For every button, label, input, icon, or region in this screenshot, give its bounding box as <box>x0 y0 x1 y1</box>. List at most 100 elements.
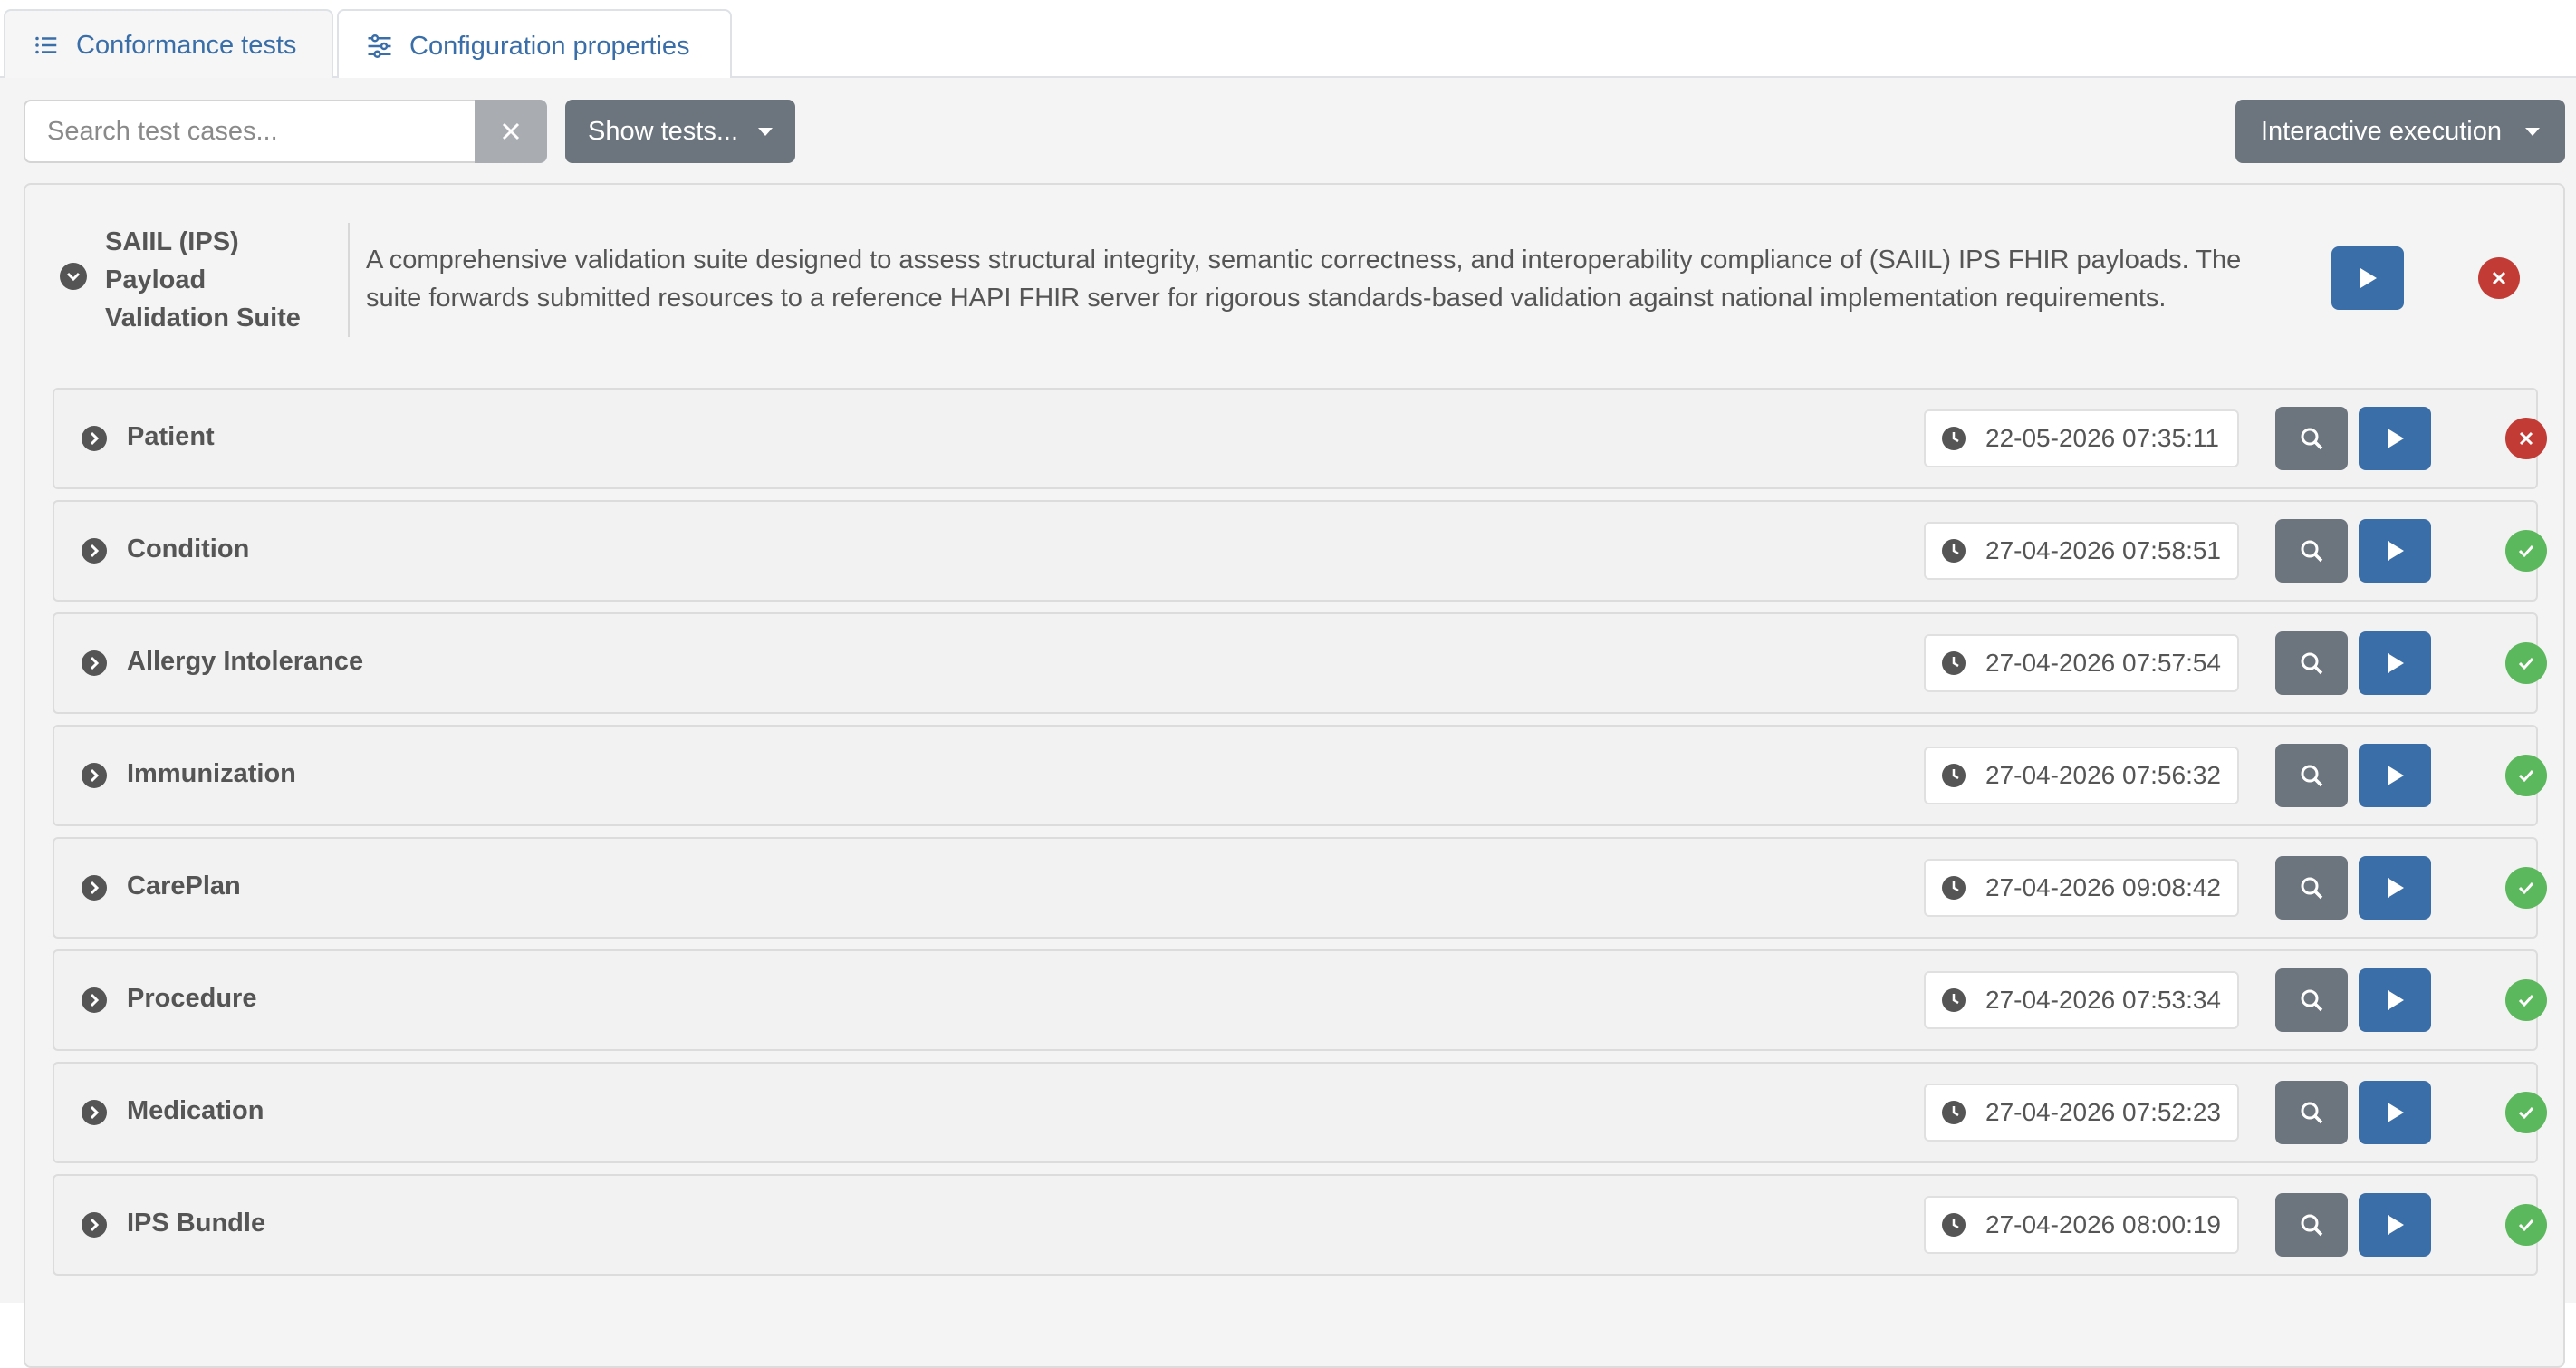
timestamp-text: 27-04-2026 07:56:32 <box>1985 761 2221 789</box>
expand-chevron-icon[interactable] <box>82 763 107 788</box>
sliders-icon <box>368 34 391 59</box>
suite-name: SAIIL (IPS) Payload Validation Suite <box>105 227 301 332</box>
last-run-timestamp: 27-04-2026 07:57:54 <box>1924 634 2239 692</box>
expand-chevron-icon[interactable] <box>82 1100 107 1125</box>
search-icon <box>2301 989 2323 1012</box>
run-test-button[interactable] <box>2359 968 2431 1032</box>
test-case-row[interactable]: CarePlan 27-04-2026 09:08:42 <box>53 837 2547 939</box>
test-case-name: Medication <box>127 1096 264 1125</box>
view-results-button[interactable] <box>2275 856 2348 920</box>
expand-chevron-icon[interactable] <box>82 650 107 676</box>
run-test-button[interactable] <box>2359 631 2431 695</box>
run-test-button[interactable] <box>2359 1081 2431 1144</box>
expand-chevron-icon[interactable] <box>82 1212 107 1238</box>
collapse-chevron-icon[interactable] <box>60 263 87 290</box>
tab-label: Conformance tests <box>76 30 297 60</box>
timestamp-text: 27-04-2026 07:52:23 <box>1985 1098 2221 1126</box>
caret-down-icon <box>2524 127 2540 136</box>
view-results-button[interactable] <box>2275 407 2348 470</box>
show-tests-label: Show tests... <box>587 116 738 146</box>
execution-label: Interactive execution <box>2261 116 2502 146</box>
tab-configuration-properties[interactable]: Configuration properties <box>337 9 732 82</box>
clock-icon <box>1942 651 1966 675</box>
play-icon <box>2388 1215 2404 1235</box>
view-results-button[interactable] <box>2275 968 2348 1032</box>
search-icon <box>2301 540 2323 563</box>
timestamp-text: 27-04-2026 07:57:54 <box>1985 649 2221 677</box>
test-case-name: Procedure <box>127 984 257 1013</box>
status-pass-icon <box>2505 755 2547 796</box>
test-case-row[interactable]: Procedure 27-04-2026 07:53:34 <box>53 949 2547 1051</box>
run-test-button[interactable] <box>2359 407 2431 470</box>
run-test-button[interactable] <box>2359 519 2431 583</box>
tab-bar: Conformance tests Configuration properti… <box>0 0 2576 82</box>
search-icon <box>2301 1102 2323 1124</box>
test-case-row[interactable]: IPS Bundle 27-04-2026 08:00:19 <box>53 1174 2547 1276</box>
search-input[interactable] <box>24 100 475 163</box>
search-icon <box>2301 1214 2323 1237</box>
status-fail-icon <box>2478 257 2520 299</box>
last-run-timestamp: 27-04-2026 09:08:42 <box>1924 859 2239 917</box>
status-pass-icon <box>2505 1092 2547 1133</box>
caret-down-icon <box>758 127 773 136</box>
test-case-name: Condition <box>127 535 250 564</box>
clock-icon <box>1942 1213 1966 1237</box>
view-results-button[interactable] <box>2275 744 2348 807</box>
tab-conformance-tests[interactable]: Conformance tests <box>4 9 333 80</box>
run-suite-button[interactable] <box>2331 246 2404 310</box>
play-icon <box>2388 541 2404 561</box>
last-run-timestamp: 27-04-2026 08:00:19 <box>1924 1196 2239 1254</box>
run-test-button[interactable] <box>2359 856 2431 920</box>
clock-icon <box>1942 876 1966 900</box>
divider <box>348 223 350 337</box>
search-icon <box>2301 765 2323 787</box>
timestamp-text: 22-05-2026 07:35:11 <box>1985 424 2219 452</box>
timestamp-text: 27-04-2026 09:08:42 <box>1985 873 2221 901</box>
clock-icon <box>1942 1101 1966 1124</box>
test-case-row[interactable]: Allergy Intolerance 27-04-2026 07:57:54 <box>53 612 2547 714</box>
view-results-button[interactable] <box>2275 1081 2348 1144</box>
expand-chevron-icon[interactable] <box>82 426 107 451</box>
play-icon <box>2388 1103 2404 1122</box>
clock-icon <box>1942 539 1966 563</box>
tab-label: Configuration properties <box>409 31 690 61</box>
view-results-button[interactable] <box>2275 519 2348 583</box>
test-case-row[interactable]: Medication 27-04-2026 07:52:23 <box>53 1062 2547 1163</box>
show-tests-dropdown[interactable]: Show tests... <box>565 100 795 163</box>
expand-chevron-icon[interactable] <box>82 875 107 901</box>
status-fail-icon <box>2505 418 2547 459</box>
test-case-row[interactable]: Immunization 27-04-2026 07:56:32 <box>53 725 2547 826</box>
test-case-name: CarePlan <box>127 872 241 901</box>
timestamp-text: 27-04-2026 07:58:51 <box>1985 536 2221 564</box>
clock-icon <box>1942 764 1966 787</box>
status-pass-icon <box>2505 530 2547 572</box>
play-icon <box>2388 878 2404 898</box>
interactive-execution-dropdown[interactable]: Interactive execution <box>2235 100 2565 163</box>
test-case-name: Patient <box>127 422 215 451</box>
view-results-button[interactable] <box>2275 631 2348 695</box>
play-icon <box>2360 268 2377 288</box>
run-test-button[interactable] <box>2359 744 2431 807</box>
run-test-button[interactable] <box>2359 1193 2431 1257</box>
play-icon <box>2388 990 2404 1010</box>
expand-chevron-icon[interactable] <box>82 987 107 1013</box>
search-group <box>24 100 547 163</box>
test-case-row[interactable]: Patient 22-05-2026 07:35:11 <box>53 388 2547 489</box>
close-icon <box>502 122 520 140</box>
last-run-timestamp: 22-05-2026 07:35:11 <box>1924 409 2239 467</box>
play-icon <box>2388 653 2404 673</box>
play-icon <box>2388 429 2404 448</box>
view-results-button[interactable] <box>2275 1193 2348 1257</box>
last-run-timestamp: 27-04-2026 07:58:51 <box>1924 522 2239 580</box>
status-pass-icon <box>2505 867 2547 909</box>
play-icon <box>2388 766 2404 785</box>
expand-chevron-icon[interactable] <box>82 538 107 564</box>
search-icon <box>2301 877 2323 900</box>
last-run-timestamp: 27-04-2026 07:53:34 <box>1924 971 2239 1029</box>
clear-search-button[interactable] <box>475 100 547 163</box>
timestamp-text: 27-04-2026 07:53:34 <box>1985 986 2221 1014</box>
search-icon <box>2301 428 2323 450</box>
test-case-row[interactable]: Condition 27-04-2026 07:58:51 <box>53 500 2547 602</box>
list-icon <box>35 36 57 54</box>
suite-header: SAIIL (IPS) Payload Validation Suite A c… <box>25 185 2563 366</box>
